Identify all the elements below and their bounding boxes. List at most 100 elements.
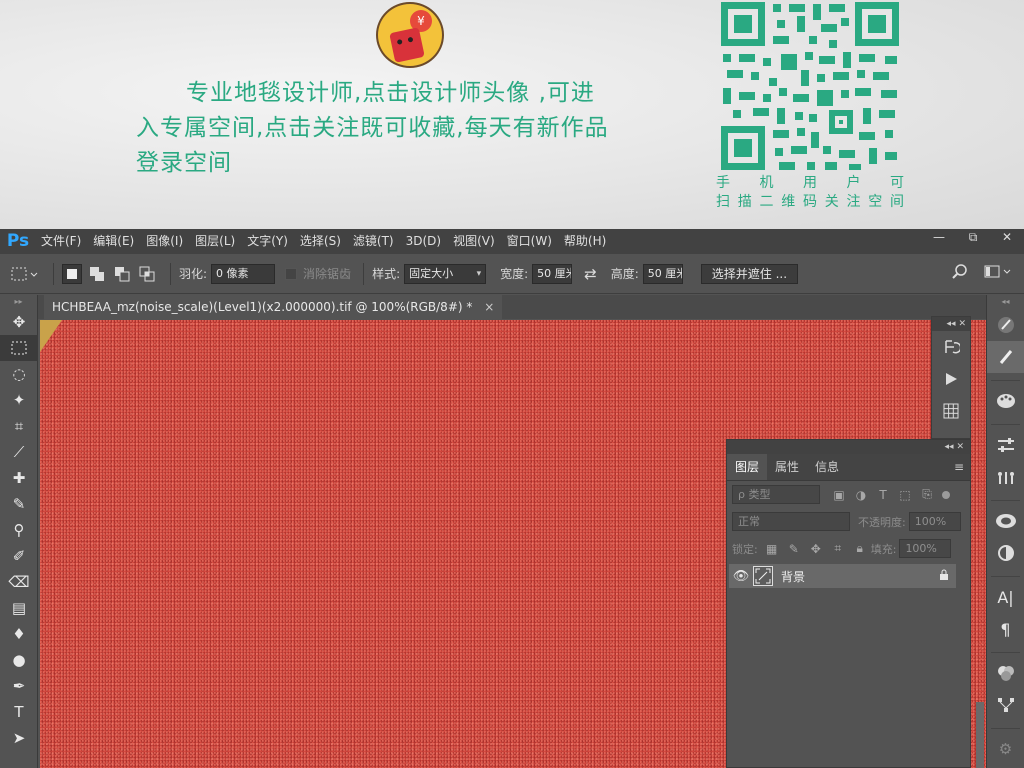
menu-image[interactable]: 图像(I) (141, 229, 188, 254)
blend-mode-select[interactable]: 正常 (732, 512, 850, 531)
crop-tool-icon[interactable]: ⌗ (0, 413, 38, 439)
menu-help[interactable]: 帮助(H) (559, 229, 611, 254)
type-tool-icon[interactable]: T (0, 699, 38, 725)
move-tool-icon[interactable]: ✥ (0, 309, 38, 335)
dodge-tool-icon[interactable]: ● (0, 647, 38, 673)
panel-scrollbar[interactable] (976, 702, 984, 768)
subtract-selection-icon[interactable] (112, 264, 132, 284)
menu-type[interactable]: 文字(Y) (242, 229, 293, 254)
menu-view[interactable]: 视图(V) (448, 229, 500, 254)
type-filter-icon[interactable]: T (872, 488, 894, 502)
channel-icon[interactable] (987, 461, 1024, 493)
menu-edit[interactable]: 编辑(E) (88, 229, 139, 254)
strip-grip[interactable]: ◂◂ (987, 295, 1024, 309)
shape-filter-icon[interactable]: ⬚ (894, 488, 916, 502)
layer-filter-select[interactable]: ρ 类型 (732, 485, 820, 504)
close-tab-icon[interactable]: × (484, 300, 494, 314)
menu-bar: Ps 文件(F) 编辑(E) 图像(I) 图层(L) 文字(Y) 选择(S) 滤… (0, 229, 1024, 254)
tab-properties[interactable]: 属性 (767, 454, 807, 480)
menu-filter[interactable]: 滤镜(T) (348, 229, 399, 254)
width-input[interactable]: 50 厘米 (532, 263, 573, 284)
gradient-tool-icon[interactable]: ▤ (0, 595, 38, 621)
close-icon[interactable]: ✕ (956, 442, 964, 452)
close-window-button[interactable]: ✕ (990, 229, 1024, 247)
adjustment-filter-icon[interactable]: ◑ (850, 488, 872, 502)
search-icon[interactable] (952, 264, 968, 283)
collapse-icon[interactable]: ◂◂ (947, 319, 956, 329)
history-brush-tool-icon[interactable]: ✐ (0, 543, 38, 569)
minimize-button[interactable]: — (922, 229, 956, 247)
image-filter-icon[interactable]: ▣ (828, 488, 850, 502)
restore-button[interactable]: ⧉ (956, 229, 990, 247)
pen-tool-icon[interactable]: ✒ (0, 673, 38, 699)
lasso-tool-icon[interactable]: ◌ (0, 361, 38, 387)
adjustment-icon[interactable] (987, 429, 1024, 461)
panel-menu-icon[interactable]: ≡ (954, 460, 964, 474)
collapse-icon[interactable]: ◂◂ (945, 442, 954, 452)
stamp-tool-icon[interactable]: ⚲ (0, 517, 38, 543)
fill-label: 填充: (870, 542, 897, 556)
color-icon[interactable] (987, 657, 1024, 689)
brush-tool-icon[interactable]: ✎ (0, 491, 38, 517)
layer-filter-row: ρ 类型 ▣ ◑ T ⬚ ⎘ (727, 481, 970, 508)
healing-tool-icon[interactable]: ✚ (0, 465, 38, 491)
menu-3d[interactable]: 3D(D) (401, 229, 446, 254)
menu-layer[interactable]: 图层(L) (190, 229, 240, 254)
intersect-selection-icon[interactable] (137, 264, 157, 284)
height-input[interactable]: 50 厘米 (642, 263, 683, 284)
blur-tool-icon[interactable]: ♦ (0, 621, 38, 647)
designer-avatar[interactable]: ¥ (376, 2, 444, 68)
libraries-icon[interactable] (987, 505, 1024, 537)
document-tab[interactable]: HCHBEAA_mz(noise_scale)(Level1)(x2.00000… (44, 295, 503, 319)
history-panel-icon[interactable] (932, 331, 970, 363)
lock-transparent-icon[interactable]: ▦ (761, 542, 783, 556)
workspace-icon[interactable] (984, 264, 1014, 283)
grid-panel-icon[interactable] (932, 395, 970, 427)
magic-wand-tool-icon[interactable]: ✦ (0, 387, 38, 413)
swap-icon[interactable]: ⇄ (584, 265, 597, 283)
lock-pixels-icon[interactable]: ✎ (783, 542, 805, 556)
eraser-tool-icon[interactable]: ⌫ (0, 569, 38, 595)
lock-all-icon[interactable]: 🔒︎ (849, 541, 871, 556)
feather-input[interactable]: 0 像素 (211, 263, 276, 284)
character-icon[interactable]: A| (987, 581, 1024, 613)
toolbox-grip[interactable]: ▸▸ (0, 295, 37, 309)
settings-icon[interactable]: ⚙ (987, 733, 1024, 765)
layer-thumbnail (753, 566, 773, 586)
menu-file[interactable]: 文件(F) (36, 229, 86, 254)
menu-window[interactable]: 窗口(W) (502, 229, 557, 254)
menu-select[interactable]: 选择(S) (295, 229, 346, 254)
paragraph-icon[interactable]: ¶ (987, 613, 1024, 645)
lock-position-icon[interactable]: ✥ (805, 542, 827, 556)
add-selection-icon[interactable] (87, 264, 107, 284)
close-icon[interactable]: ✕ (958, 319, 966, 329)
eye-icon[interactable]: 👁︎ (729, 569, 753, 584)
style-select[interactable]: 固定大小 ▾ (404, 263, 487, 284)
tab-info[interactable]: 信息 (807, 454, 847, 480)
qr-code[interactable] (719, 0, 901, 172)
marquee-preset-icon[interactable] (8, 264, 40, 284)
select-and-mask-button[interactable]: 选择并遮住 ... (700, 263, 799, 284)
lock-label: 锁定: (732, 542, 758, 556)
marquee-tool-icon[interactable] (0, 335, 38, 361)
layer-row-background[interactable]: 👁︎ 背景 (729, 564, 956, 588)
tab-layers[interactable]: 图层 (727, 454, 768, 480)
fill-input[interactable]: 100% (899, 539, 952, 558)
actions-play-icon[interactable] (932, 363, 970, 395)
eyedropper-tool-icon[interactable]: ⟋ (0, 439, 38, 465)
smart-object-filter-icon[interactable]: ⎘ (916, 487, 938, 502)
brush-icon[interactable] (987, 341, 1024, 373)
antialias-checkbox[interactable] (285, 267, 298, 280)
filter-toggle-icon[interactable] (942, 490, 950, 499)
path-icon[interactable] (987, 689, 1024, 721)
new-selection-icon[interactable] (62, 263, 82, 284)
palette-icon[interactable] (987, 385, 1024, 417)
lock-row: 锁定: ▦ ✎ ✥ ⌗ 🔒︎ 填充: 100% (727, 535, 970, 562)
promo-line-2: 入专属空间,点击关注既可收藏,每天有新作品 (136, 115, 609, 141)
lock-artboard-icon[interactable]: ⌗ (827, 541, 849, 556)
opacity-input[interactable]: 100% (908, 512, 961, 531)
path-selection-tool-icon[interactable]: ➤ (0, 725, 38, 751)
circle-half-icon[interactable] (987, 537, 1024, 569)
style-select-value: 固定大小 (409, 266, 454, 280)
brush-preset-icon[interactable] (987, 309, 1024, 341)
